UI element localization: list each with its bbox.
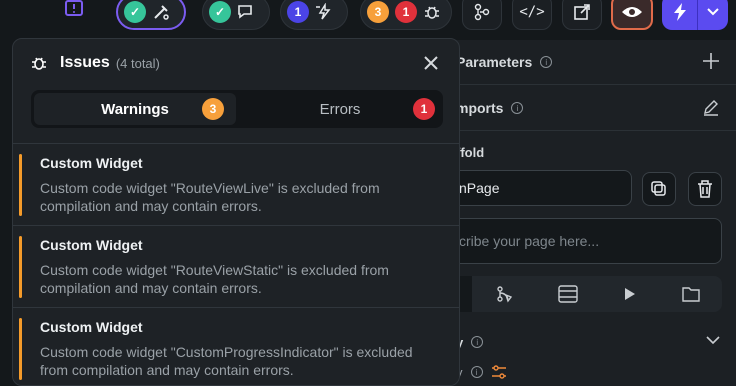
code-icon: </>: [519, 4, 545, 20]
issues-title: Issues: [60, 54, 110, 71]
issue-item[interactable]: Custom Widget Custom code widget "RouteV…: [13, 143, 459, 225]
code-view-button[interactable]: </>: [512, 0, 552, 30]
run-button[interactable]: [662, 0, 728, 30]
folder-icon[interactable]: [682, 285, 700, 303]
edit-icon[interactable]: [702, 98, 720, 116]
errors-badge: 1: [413, 98, 435, 120]
issues-popup: Issues (4 total) Warnings 3 Errors 1 Cus…: [12, 38, 460, 386]
open-external-button[interactable]: [562, 0, 602, 30]
describe-placeholder: cribe your page here...: [459, 233, 600, 249]
warning-indicator: [19, 236, 22, 298]
parameters-label: Parameters: [456, 54, 533, 70]
add-icon[interactable]: [702, 52, 720, 70]
warnings-count-badge: 3: [367, 1, 389, 23]
issue-item[interactable]: Custom Widget Custom code widget "Custom…: [13, 307, 459, 385]
warnings-badge: 3: [202, 98, 224, 120]
issue-message: Custom code widget "CustomProgressIndica…: [40, 344, 413, 378]
imports-row: mports i: [440, 98, 736, 118]
issue-title: Custom Widget: [40, 237, 143, 253]
close-icon[interactable]: [421, 53, 441, 73]
duplicate-button[interactable]: [642, 172, 676, 206]
widget-tree-button[interactable]: [462, 0, 502, 30]
lightning-list-icon: [315, 3, 335, 21]
bug-icon: [423, 3, 441, 21]
tree-icon: [473, 3, 491, 21]
info-icon: i: [470, 366, 483, 378]
comments-pill[interactable]: ✓: [202, 0, 270, 30]
errors-count-badge: 1: [395, 1, 417, 23]
settings-sliders-icon[interactable]: [491, 365, 507, 379]
issue-item[interactable]: Custom Widget Custom code widget "RouteV…: [13, 225, 459, 307]
eye-icon: [621, 4, 643, 20]
page-actions-bar: [440, 276, 722, 312]
feedback-icon[interactable]: [63, 0, 85, 20]
issues-count: (4 total): [115, 55, 160, 71]
info-icon: i: [471, 336, 484, 348]
tab-warnings[interactable]: Warnings 3: [34, 93, 236, 125]
describe-page-input[interactable]: cribe your page here...: [440, 218, 722, 264]
issues-tabs: Warnings 3 Errors 1: [31, 90, 443, 128]
section-row: y i: [440, 332, 736, 352]
chevron-down-icon[interactable]: [698, 8, 728, 16]
divider: [440, 130, 736, 131]
top-toolbar: ✓ ✓ 1 3 1 </>: [0, 0, 736, 32]
divider: [440, 84, 736, 85]
chevron-down-icon[interactable]: [706, 336, 720, 345]
tab-errors-label: Errors: [319, 100, 361, 118]
scaffold-label: ffold: [456, 144, 485, 160]
warning-indicator: [19, 318, 22, 380]
issue-message: Custom code widget "RouteViewLive" is ex…: [40, 180, 380, 214]
info-icon: i: [540, 56, 553, 68]
tab-warnings-label: Warnings: [101, 100, 169, 118]
check-icon: ✓: [124, 1, 146, 23]
issues-header: Issues (4 total): [13, 39, 459, 87]
issue-title: Custom Widget: [40, 319, 143, 335]
build-status-pill[interactable]: ✓: [116, 0, 186, 30]
issue-title: Custom Widget: [40, 155, 143, 171]
info-icon: i: [511, 102, 524, 114]
issues-pill[interactable]: 3 1: [360, 0, 452, 30]
imports-label: mports: [456, 100, 504, 116]
actions-count-badge: 1: [287, 1, 309, 23]
page-name-input[interactable]: nPage: [440, 170, 632, 206]
external-link-icon: [573, 3, 591, 21]
lightning-icon: [663, 3, 697, 21]
parameters-row: Parameters i: [440, 52, 736, 72]
page-name-value: nPage: [459, 180, 500, 196]
play-icon[interactable]: [624, 287, 636, 301]
section-row-2: y i: [440, 362, 736, 382]
delete-button[interactable]: [688, 172, 722, 206]
trash-icon: [697, 180, 713, 198]
preview-button[interactable]: [611, 0, 653, 30]
actions-pill[interactable]: 1: [280, 0, 348, 30]
magic-icon: [152, 3, 170, 21]
bug-icon: [30, 54, 48, 72]
chat-icon: [237, 3, 255, 21]
branch-icon[interactable]: [496, 285, 514, 303]
scaffold-row: ffold: [440, 142, 736, 162]
properties-panel: Parameters i mports i ffold nPage cribe …: [440, 40, 736, 386]
check-icon: ✓: [209, 1, 231, 23]
issue-message: Custom code widget "RouteViewStatic" is …: [40, 262, 389, 296]
copy-icon: [651, 181, 667, 197]
server-icon[interactable]: [558, 285, 578, 303]
tab-errors[interactable]: Errors 1: [239, 93, 441, 125]
warning-indicator: [19, 154, 22, 216]
